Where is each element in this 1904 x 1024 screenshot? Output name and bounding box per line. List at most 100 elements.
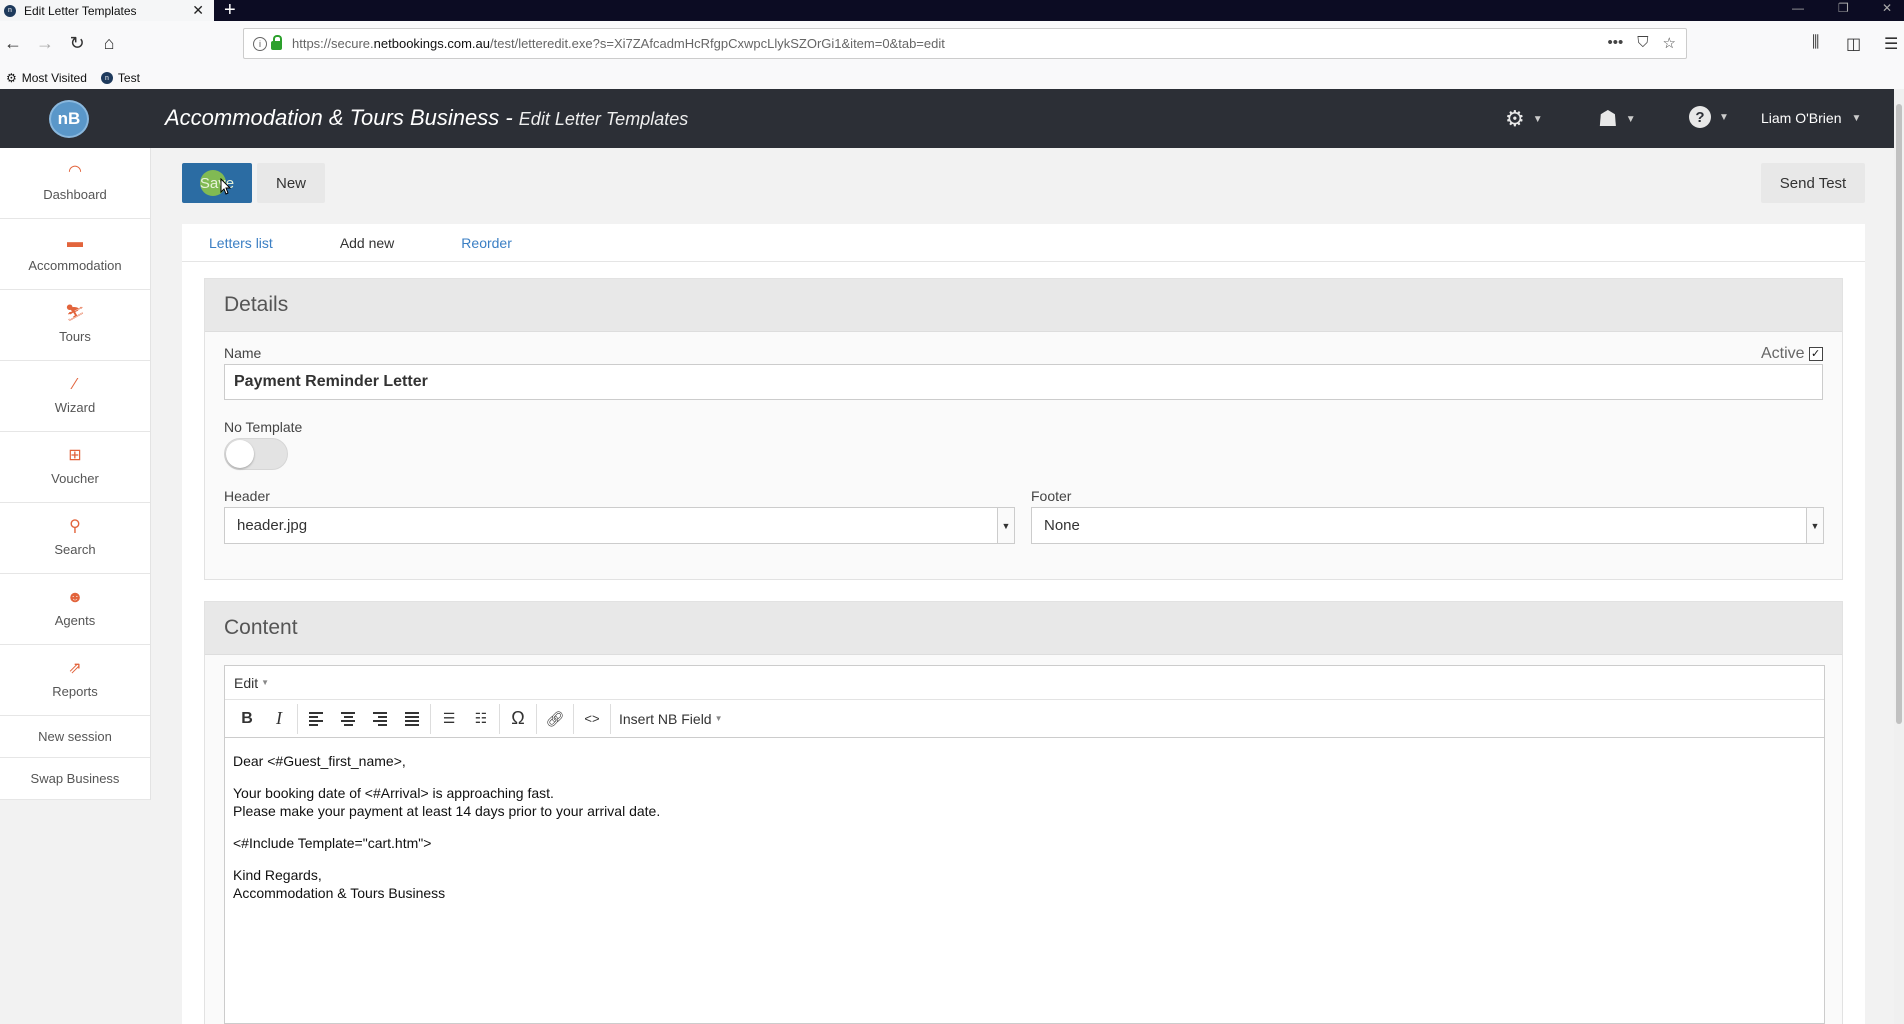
italic-button[interactable]: I [263, 704, 295, 734]
letter-include-tag: <#Include Template="cart.htm"> [233, 835, 432, 851]
new-button[interactable]: New [257, 163, 325, 203]
footer-select-value: None [1044, 517, 1080, 534]
reload-icon[interactable]: ↻ [64, 31, 90, 55]
settings-menu[interactable]: ⚙ ▼ [1505, 106, 1543, 132]
toolbar-divider [297, 703, 298, 734]
sidebar-item-label: Dashboard [43, 187, 107, 202]
bookmark-test[interactable]: n Test [100, 71, 140, 85]
back-arrow-icon[interactable]: ← [0, 31, 26, 55]
sidebar-item-wizard[interactable]: ⁄ Wizard [0, 361, 150, 432]
tab-reorder[interactable]: Reorder [461, 235, 512, 251]
footer-label: Footer [1031, 488, 1072, 504]
source-code-button[interactable]: <> [576, 704, 608, 734]
caret-down-icon: ▼ [1532, 113, 1543, 125]
tab-letters-list[interactable]: Letters list [209, 235, 273, 251]
sidebar-item-tours[interactable]: ⛷ Tours [0, 290, 150, 361]
sidebar-item-accommodation[interactable]: ▬ Accommodation [0, 219, 150, 290]
align-right-button[interactable] [364, 704, 396, 734]
gift-icon: ⊞ [68, 447, 82, 464]
insert-link-button[interactable]: 🔗︎ [539, 704, 571, 734]
special-character-button[interactable]: Ω [502, 704, 534, 734]
minimize-window-icon[interactable]: — [1792, 1, 1804, 15]
numbered-list-button[interactable]: ☷ [465, 704, 497, 734]
sidebar-toggle-icon[interactable]: ◫ [1846, 34, 1861, 54]
chevron-down-icon[interactable]: ▼ [997, 508, 1014, 543]
chevron-down-icon[interactable]: ▼ [1806, 508, 1823, 543]
hamburger-menu-icon[interactable]: ☰ [1884, 34, 1898, 54]
no-template-toggle[interactable] [224, 438, 288, 470]
bookmark-label: Test [117, 71, 140, 85]
toggle-knob [226, 440, 254, 468]
bookmark-label: Most Visited [21, 71, 87, 85]
forward-arrow-icon[interactable]: → [32, 31, 58, 55]
letter-greeting: Dear <#Guest_first_name>, [233, 753, 406, 769]
align-right-icon [373, 711, 387, 726]
caret-down-icon: ▼ [1625, 113, 1636, 125]
footer-select[interactable]: None ▼ [1031, 507, 1824, 544]
sidebar-item-search[interactable]: ⚲ Search [0, 503, 150, 574]
toolbar-divider [499, 703, 500, 734]
align-center-icon [341, 711, 355, 726]
sidebar-item-agents[interactable]: ☻ Agents [0, 574, 150, 645]
page-title: Accommodation & Tours Business - Edit Le… [165, 105, 689, 130]
sidebar-item-voucher[interactable]: ⊞ Voucher [0, 432, 150, 503]
editor-body[interactable]: Dear <#Guest_first_name>, Your booking d… [225, 738, 1824, 930]
home-icon[interactable]: ⌂ [96, 31, 122, 55]
align-left-button[interactable] [300, 704, 332, 734]
save-button[interactable]: Save [182, 163, 252, 203]
close-window-icon[interactable]: ✕ [1882, 1, 1892, 15]
pocket-icon[interactable]: ⛉ [1637, 34, 1648, 52]
name-label: Name [224, 345, 262, 361]
bullet-list-button[interactable]: ☰ [433, 704, 465, 734]
wand-icon: ⁄ [73, 376, 77, 393]
active-checkbox[interactable]: ✓ [1808, 347, 1823, 361]
app-header: nB Accommodation & Tours Business - Edit… [0, 89, 1894, 148]
close-tab-icon[interactable]: ✕ [192, 2, 204, 19]
sidebar-item-dashboard[interactable]: ◠ Dashboard [0, 148, 150, 219]
user-admin-menu[interactable]: ☗ ▼ [1598, 106, 1636, 132]
bookmark-star-icon[interactable]: ☆ [1663, 34, 1676, 52]
editor-menubar: Edit ▼ [225, 666, 1824, 700]
sidebar-item-label: Agents [54, 613, 96, 628]
page-scrollbar-thumb[interactable] [1896, 104, 1902, 724]
align-left-icon [309, 711, 323, 726]
site-info-icon[interactable]: i [253, 36, 267, 51]
name-input[interactable]: Payment Reminder Letter [224, 364, 1823, 400]
library-icon[interactable]: ⫼ [1812, 34, 1819, 52]
url-bar[interactable]: i https://secure.netbookings.com.au/test… [243, 28, 1687, 59]
align-center-button[interactable] [332, 704, 364, 734]
chart-icon: ⇗ [68, 660, 82, 677]
netbookings-favicon-icon: n [100, 72, 113, 84]
app-root: n Edit Letter Templates ✕ + — ❐ ✕ ← → ↻ … [0, 0, 1904, 1024]
insert-nb-field-dropdown[interactable]: Insert NB Field ▼ [619, 711, 723, 727]
edit-menu[interactable]: Edit [234, 675, 258, 691]
no-template-label: No Template [224, 419, 303, 435]
restore-window-icon[interactable]: ❐ [1838, 1, 1849, 15]
bookmark-most-visited[interactable]: ⚙ Most Visited [6, 71, 87, 85]
user-name: Liam O'Brien [1761, 110, 1842, 126]
mouse-cursor-icon [220, 178, 232, 195]
sidebar-item-label: Voucher [51, 471, 99, 486]
help-menu[interactable]: ? ▼ [1689, 106, 1729, 128]
toolbar-divider [573, 703, 574, 734]
sidebar-link-swap-business[interactable]: Swap Business [0, 758, 150, 800]
browser-tab[interactable]: n Edit Letter Templates ✕ [0, 0, 214, 21]
sidebar-item-label: Search [54, 542, 96, 557]
align-justify-button[interactable] [396, 704, 428, 734]
new-tab-button[interactable]: + [224, 0, 236, 22]
browser-navbar: ← → ↻ ⌂ i https://secure.netbookings.com… [0, 21, 1904, 67]
tab-add-new[interactable]: Add new [340, 235, 394, 251]
netbookings-logo[interactable]: nB [49, 100, 89, 138]
bed-icon: ▬ [67, 234, 83, 251]
sidebar-link-new-session[interactable]: New session [0, 716, 150, 758]
header-label: Header [224, 488, 270, 504]
page-actions-icon[interactable]: ••• [1608, 34, 1624, 52]
search-icon: ⚲ [69, 518, 81, 535]
sidebar-item-reports[interactable]: ⇗ Reports [0, 645, 150, 716]
active-checkbox-group[interactable]: Active ✓ [1761, 345, 1823, 363]
header-select[interactable]: header.jpg ▼ [224, 507, 1015, 544]
rich-text-editor: Edit ▼ B I ☰ ☷ Ω 🔗︎ <> Insert NB Field ▼ [224, 665, 1825, 1024]
send-test-button[interactable]: Send Test [1761, 163, 1865, 203]
bold-button[interactable]: B [231, 704, 263, 734]
user-menu[interactable]: Liam O'Brien ▼ [1761, 110, 1861, 126]
